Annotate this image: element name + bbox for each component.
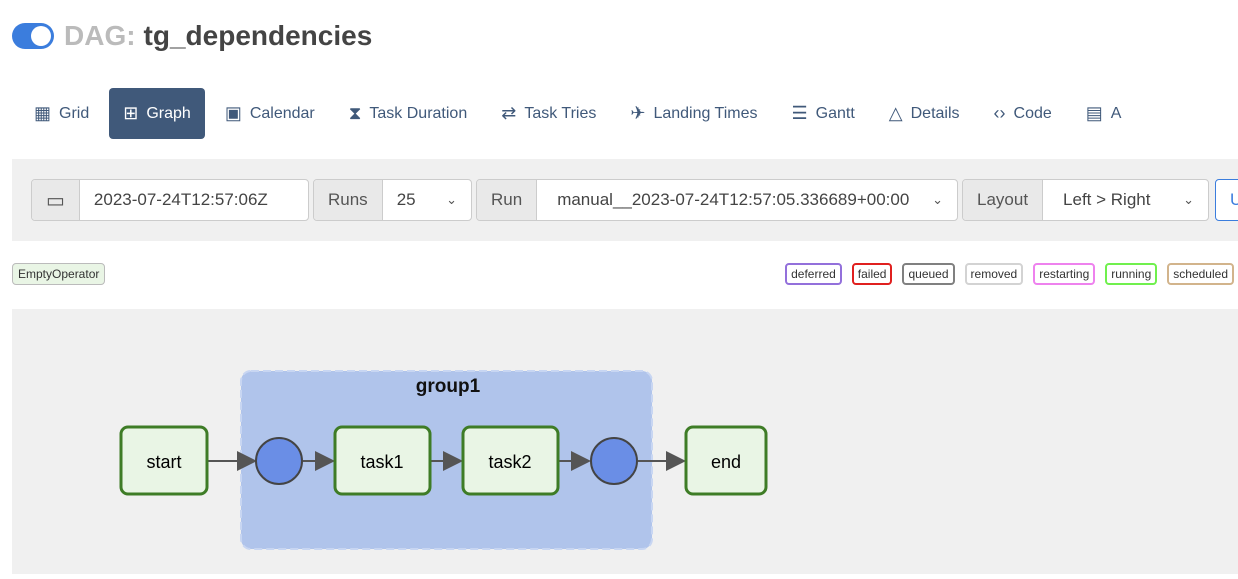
tab-calendar[interactable]: ▣ Calendar [211, 88, 329, 139]
layout-label: Layout [963, 180, 1044, 220]
run-value: manual__2023-07-24T12:57:05.336689+00:00 [557, 190, 910, 209]
date-picker[interactable]: ▭ 2023-07-24T12:57:06Z [31, 179, 309, 221]
graph-icon: ⊞ [123, 103, 139, 123]
dag-label: DAG: [64, 20, 136, 51]
tab-label: Landing Times [653, 104, 758, 122]
group-join-node [255, 437, 303, 485]
node-label: end [711, 452, 741, 472]
runs-select[interactable]: Runs 25 ⌄ [313, 179, 472, 221]
chevron-down-icon: ⌄ [446, 192, 457, 207]
tab-label: Code [1013, 104, 1052, 122]
tab-label: Grid [59, 104, 90, 122]
update-button[interactable]: U [1215, 179, 1238, 221]
pause-toggle[interactable] [12, 23, 54, 49]
state-scheduled: scheduled [1167, 263, 1234, 285]
grid-icon: ▦ [34, 103, 52, 123]
gantt-icon: ☰ [791, 103, 808, 123]
node-start[interactable]: start [119, 425, 209, 496]
run-label: Run [477, 180, 538, 220]
runs-label: Runs [314, 180, 383, 220]
tab-details[interactable]: △ Details [875, 88, 974, 139]
tab-grid[interactable]: ▦ Grid [20, 88, 103, 139]
code-icon: ‹› [993, 103, 1006, 123]
tab-gantt[interactable]: ☰ Gantt [778, 88, 869, 139]
tab-label: Calendar [249, 104, 315, 122]
repeat-icon: ⇄ [501, 103, 517, 123]
node-label: task2 [488, 452, 531, 472]
layout-select[interactable]: Layout Left > Right ⌄ [962, 179, 1209, 221]
node-task1[interactable]: task1 [333, 425, 432, 496]
date-input[interactable]: 2023-07-24T12:57:06Z [80, 180, 308, 220]
calendar-icon: ▭ [32, 180, 80, 220]
node-label: start [146, 452, 181, 472]
tab-audit-log[interactable]: ▤ A [1072, 88, 1136, 139]
update-label: U [1216, 180, 1238, 220]
tab-task-tries[interactable]: ⇄ Task Tries [487, 88, 610, 139]
tab-graph[interactable]: ⊞ Graph [109, 88, 205, 139]
chevron-down-icon: ⌄ [932, 192, 943, 207]
tab-landing-times[interactable]: ✈ Landing Times [616, 88, 771, 139]
state-legend: deferred failed queued removed restartin… [785, 263, 1234, 285]
state-removed: removed [964, 263, 1024, 285]
graph-canvas[interactable]: group1 start task1 task2 end [12, 309, 1238, 574]
state-queued: queued [902, 263, 955, 285]
graph-controls: ▭ 2023-07-24T12:57:06Z Runs 25 ⌄ Run manu… [12, 159, 1238, 241]
tab-label: A [1110, 104, 1122, 122]
calendar-icon: ▣ [224, 103, 242, 123]
audit-log-icon: ▤ [1085, 103, 1103, 123]
layout-value: Left > Right [1063, 190, 1151, 209]
run-select[interactable]: Run manual__2023-07-24T12:57:05.336689+0… [476, 179, 958, 221]
plane-landing-icon: ✈ [630, 103, 646, 123]
dag-title: DAG: tg_dependencies [12, 20, 372, 52]
tab-task-duration[interactable]: ⧗ Task Duration [335, 88, 481, 139]
node-end[interactable]: end [684, 425, 768, 496]
tab-code[interactable]: ‹› Code [980, 88, 1066, 139]
group-label: group1 [416, 376, 481, 397]
tab-label: Task Tries [524, 104, 597, 122]
hourglass-icon: ⧗ [348, 103, 362, 123]
view-tabs: ▦ Grid ⊞ Graph ▣ Calendar ⧗ Task Duration ⇄ T… [20, 88, 1238, 139]
tab-label: Gantt [815, 104, 855, 122]
details-icon: △ [888, 103, 903, 123]
state-deferred: deferred [785, 263, 842, 285]
chevron-down-icon: ⌄ [1183, 192, 1194, 207]
tab-label: Task Duration [369, 104, 468, 122]
runs-value: 25 [396, 190, 416, 209]
state-running: running [1105, 263, 1158, 285]
dag-id: tg_dependencies [143, 20, 373, 51]
node-label: task1 [360, 452, 403, 472]
tab-label: Graph [146, 104, 191, 122]
state-failed: failed [851, 263, 893, 285]
tab-label: Details [910, 104, 960, 122]
group-join-node [590, 437, 638, 485]
state-restarting: restarting [1033, 263, 1096, 285]
node-task2[interactable]: task2 [461, 425, 560, 496]
operator-legend: EmptyOperator [12, 263, 106, 285]
